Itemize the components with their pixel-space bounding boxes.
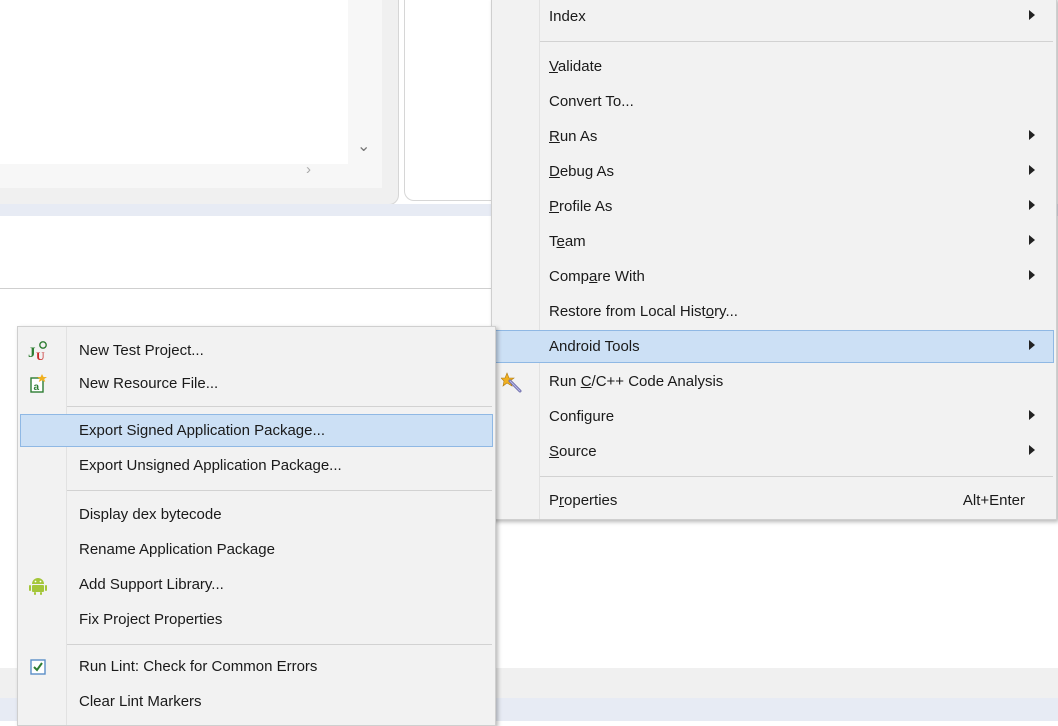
menu-item-label: Run As [549,128,598,145]
menu-item-label: Run Lint: Check for Common Errors [79,658,318,675]
menu-item-restore-local-history[interactable]: Restore from Local History... [494,295,1054,328]
menu-item-label: Compare With [549,268,645,285]
menu-item-display-dex-bytecode[interactable]: Display dex bytecode [20,498,493,531]
editor-pane-inner [0,0,382,188]
menu-separator [67,490,492,491]
menu-item-new-resource-file[interactable]: a New Resource File... [20,367,493,400]
menu-item-fix-project-properties[interactable]: Fix Project Properties [20,603,493,636]
android-icon [29,578,47,595]
menu-item-label: Restore from Local History... [549,303,738,320]
menu-item-validate[interactable]: Validate [494,50,1054,83]
menu-item-run-lint[interactable]: Run Lint: Check for Common Errors [20,650,493,683]
view-divider [0,288,500,289]
menu-item-source[interactable]: Source [494,435,1054,468]
menu-item-label: Android Tools [549,338,640,355]
svg-text:a: a [34,382,40,393]
menu-separator [67,406,492,407]
submenu-arrow-icon [1029,10,1035,20]
menu-item-export-unsigned-package[interactable]: Export Unsigned Application Package... [20,449,493,482]
menu-item-index[interactable]: Index [494,0,1054,33]
menu-separator [540,41,1053,42]
menu-item-add-support-library[interactable]: Add Support Library... [20,568,493,601]
shortcut-label: Alt+Enter [962,492,1025,509]
menu-item-label: New Test Project... [79,342,204,359]
menu-item-label: Convert To... [549,93,634,110]
lint-check-icon [30,659,46,675]
menu-item-label: Configure [549,408,615,425]
menu-item-run-code-analysis[interactable]: Run C/C++ Code Analysis [494,365,1054,398]
submenu-arrow-icon [1029,235,1035,245]
menu-separator [67,644,492,645]
menu-item-export-signed-package[interactable]: Export Signed Application Package... [20,414,493,447]
submenu-arrow-icon [1029,270,1035,280]
menu-item-label: Debug As [549,163,615,180]
svg-text:U: U [36,349,45,362]
submenu-arrow-icon [1029,445,1035,455]
menu-item-label: Add Support Library... [79,576,224,593]
menu-item-team[interactable]: Team [494,225,1054,258]
menu-item-label: Team [549,233,586,250]
menu-item-convert-to[interactable]: Convert To... [494,85,1054,118]
menu-item-label: Display dex bytecode [79,506,222,523]
submenu-arrow-icon [1029,165,1035,175]
menu-item-label: Fix Project Properties [79,611,223,628]
scroll-right-chevron-icon[interactable]: › [306,161,311,178]
submenu-arrow-icon [1029,410,1035,420]
android-tools-submenu: J U New Test Project... a New Resource F… [17,326,496,726]
menu-item-label: Properties [549,492,618,509]
submenu-arrow-icon [1029,200,1035,210]
menu-item-debug-as[interactable]: Debug As [494,155,1054,188]
menu-item-label: Validate [549,58,603,75]
code-analysis-icon [501,372,522,393]
menu-item-compare-with[interactable]: Compare With [494,260,1054,293]
menu-item-label: Profile As [549,198,613,215]
menu-item-label: Clear Lint Markers [79,693,202,710]
submenu-arrow-icon [1029,130,1035,140]
context-menu: Index Validate Convert To... Run As Debu… [491,0,1057,520]
menu-item-label: Source [549,443,597,460]
menu-item-clear-lint-markers[interactable]: Clear Lint Markers [20,685,493,718]
menu-separator [540,476,1053,477]
menu-item-profile-as[interactable]: Profile As [494,190,1054,223]
menu-item-label: Export Unsigned Application Package... [79,457,342,474]
menu-item-configure[interactable]: Configure [494,400,1054,433]
menu-item-android-tools[interactable]: Android Tools [494,330,1054,363]
editor-pane-right [404,0,505,201]
menu-item-new-test-project[interactable]: J U New Test Project... [20,334,493,367]
menu-item-properties[interactable]: Properties Alt+Enter [494,484,1054,517]
editor-area [0,0,348,164]
menu-item-label: New Resource File... [79,375,219,392]
menu-item-label: Rename Application Package [79,541,275,558]
scroll-down-chevron-icon[interactable]: ⌄ [357,136,370,156]
menu-item-label: Export Signed Application Package... [79,422,325,439]
svg-text:J: J [28,345,36,361]
menu-item-label: Index [549,8,586,25]
submenu-arrow-icon [1029,340,1035,350]
menu-item-label: Run C/C++ Code Analysis [549,373,724,390]
menu-item-run-as[interactable]: Run As [494,120,1054,153]
editor-pane-left: ⌄ › [0,0,399,205]
junit-icon: J U [28,341,47,362]
new-file-icon: a [30,374,47,393]
menu-item-rename-application-package[interactable]: Rename Application Package [20,533,493,566]
